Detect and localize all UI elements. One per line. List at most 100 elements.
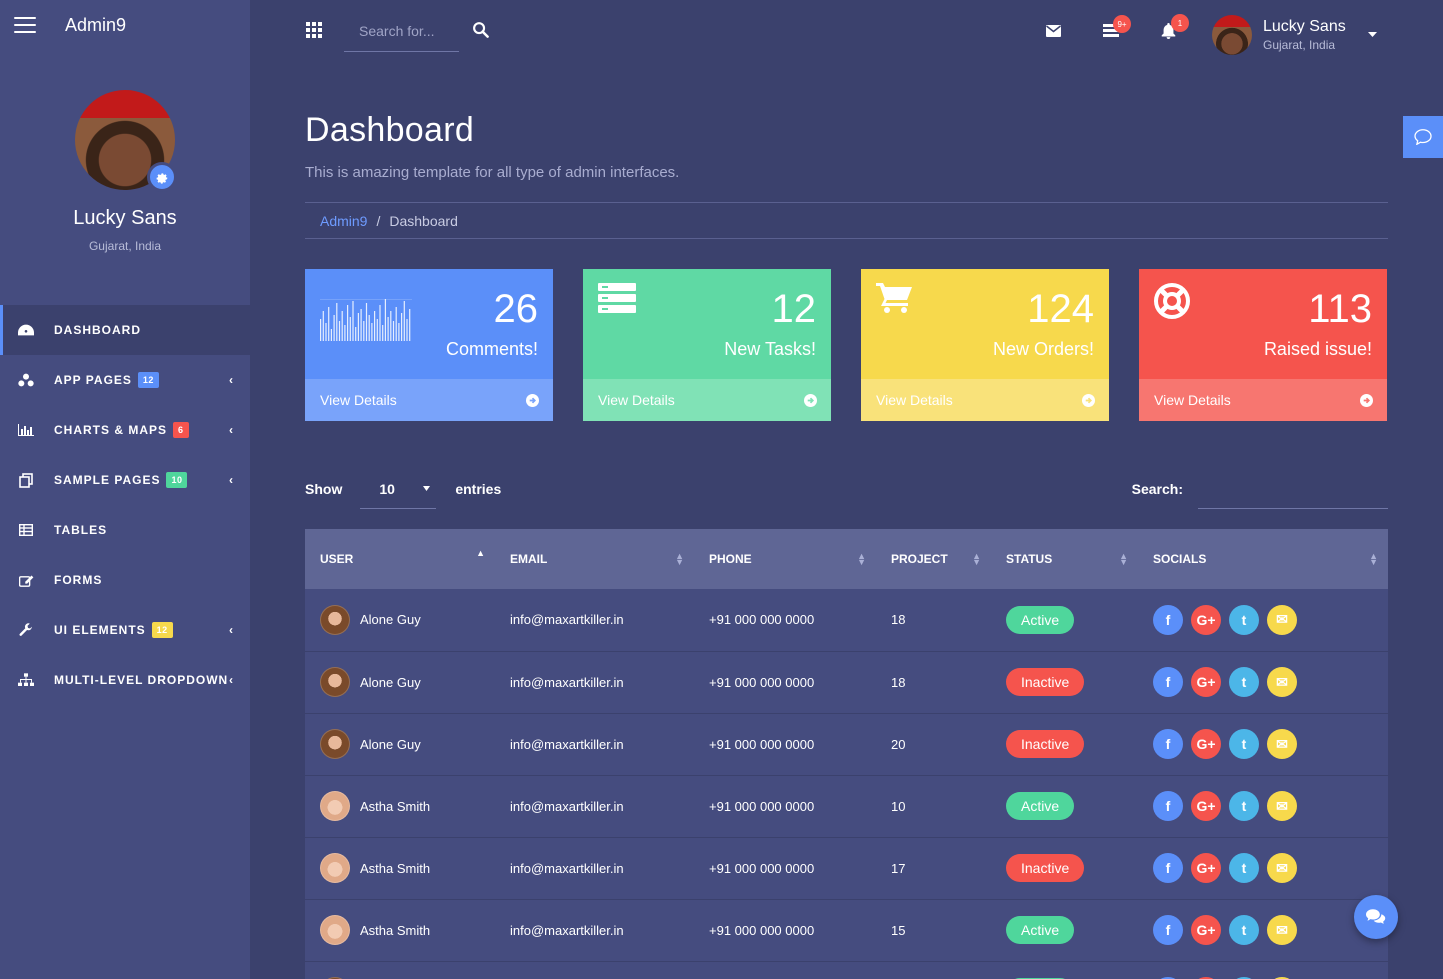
status-badge[interactable]: Active (1006, 916, 1075, 944)
column-header-label: STATUS (1006, 552, 1053, 566)
mail-icon[interactable]: ✉ (1267, 915, 1297, 945)
status-badge[interactable]: Active (1006, 605, 1075, 634)
status-badge[interactable]: Inactive (1006, 730, 1085, 758)
view-details-link[interactable]: View Details (583, 379, 831, 421)
twitter-icon[interactable]: t (1229, 729, 1259, 759)
google-plus-icon[interactable]: G+ (1191, 667, 1221, 697)
cell-status: Active (991, 589, 1138, 651)
facebook-icon[interactable]: f (1153, 667, 1183, 697)
apps-grid-icon[interactable] (306, 22, 322, 43)
notifications-bell-icon[interactable]: 1 (1161, 14, 1189, 44)
twitter-icon[interactable]: t (1229, 915, 1259, 945)
facebook-icon[interactable]: f (1153, 791, 1183, 821)
bar-chart-icon (18, 422, 34, 438)
facebook-icon[interactable]: f (1153, 853, 1183, 883)
search-icon[interactable] (472, 21, 489, 43)
cell-socials: f G+ t ✉ (1138, 651, 1388, 713)
column-header-label: USER (320, 552, 354, 566)
column-header-status[interactable]: STATUS ▲ ▼ (991, 529, 1138, 589)
sidebar-item-multi-level-dropdown[interactable]: MULTI-LEVEL DROPDOWN ‹ (0, 655, 250, 705)
view-details-link[interactable]: View Details (861, 379, 1109, 421)
show-label: Show (305, 481, 343, 497)
user-menu[interactable]: Lucky Sans Gujarat, India (1212, 15, 1377, 55)
cell-email: info@maxartkiller.in (510, 860, 624, 876)
sidebar-item-tables[interactable]: TABLES (0, 505, 250, 555)
user-name: Astha Smith (360, 922, 431, 938)
table-search-input[interactable] (1198, 469, 1388, 509)
cell-phone: +91 000 000 0000 (709, 736, 815, 752)
mail-icon[interactable]: ✉ (1267, 729, 1297, 759)
mail-icon[interactable]: ✉ (1267, 791, 1297, 821)
column-header-project[interactable]: PROJECT ▲ ▼ (876, 529, 991, 589)
profile-avatar[interactable] (75, 90, 177, 192)
facebook-icon[interactable]: f (1153, 915, 1183, 945)
twitter-icon[interactable]: t (1229, 853, 1259, 883)
sidebar-item-charts-maps[interactable]: CHARTS & MAPS 6 ‹ (0, 405, 250, 455)
view-details-link[interactable]: View Details (1139, 379, 1387, 421)
google-plus-icon[interactable]: G+ (1191, 729, 1221, 759)
search-input[interactable] (344, 12, 459, 50)
view-details-link[interactable]: View Details (305, 379, 553, 421)
cell-status: Inactive (991, 713, 1138, 775)
tasks-list-icon[interactable]: 9+ (1103, 15, 1131, 42)
cell-user: Astha Smith (305, 899, 495, 961)
user-avatar (320, 667, 350, 697)
sidebar-item-app-pages[interactable]: APP PAGES 12 ‹ (0, 355, 250, 405)
caret-down-icon[interactable] (1367, 24, 1377, 42)
menu-toggle-icon[interactable] (14, 17, 36, 33)
stat-card-body: 12 New Tasks! (583, 269, 831, 379)
stat-card: 124 New Orders! View Details (861, 269, 1109, 421)
twitter-icon[interactable]: t (1229, 604, 1259, 635)
page-subtitle: This is amazing template for all type of… (305, 164, 680, 181)
cell-status: Active (991, 961, 1138, 979)
breadcrumb-root-link[interactable]: Admin9 (320, 213, 367, 229)
column-header-phone[interactable]: PHONE ▲ ▼ (694, 529, 876, 589)
cell-socials: f G+ t ✉ (1138, 899, 1388, 961)
sidebar-item-ui-elements[interactable]: UI ELEMENTS 12 ‹ (0, 605, 250, 655)
page-length-select[interactable]: 10 (360, 469, 437, 509)
google-plus-icon[interactable]: G+ (1191, 604, 1221, 635)
cell-user: Alone Guy (305, 651, 495, 713)
facebook-icon[interactable]: f (1153, 604, 1183, 635)
chat-fab-button[interactable] (1354, 895, 1398, 939)
mail-icon[interactable]: ✉ (1267, 853, 1297, 883)
mail-icon[interactable]: ✉ (1267, 667, 1297, 697)
status-badge[interactable]: Active (1006, 792, 1075, 820)
topbar: 9+ 1 Lucky Sans Gujarat, India (250, 0, 1443, 60)
sidebar-item-dashboard[interactable]: DASHBOARD (0, 305, 250, 355)
google-plus-icon[interactable]: G+ (1191, 853, 1221, 883)
sidebar-item-label: APP PAGES (54, 373, 132, 387)
breadcrumb-current: Dashboard (389, 212, 458, 229)
mail-icon[interactable]: ✉ (1267, 604, 1297, 635)
twitter-icon[interactable]: t (1229, 791, 1259, 821)
cell-user: Astha Smith (305, 837, 495, 899)
google-plus-icon[interactable]: G+ (1191, 915, 1221, 945)
column-header-socials[interactable]: SOCIALS ▲ ▼ (1138, 529, 1388, 589)
user-avatar (320, 915, 350, 945)
user-avatar[interactable] (1212, 15, 1252, 55)
page-length-value: 10 (379, 480, 395, 497)
cell-email: info@maxartkiller.in (495, 961, 694, 979)
column-header-user[interactable]: USER ▲ (305, 529, 495, 589)
sidebar-item-badge: 12 (137, 372, 159, 388)
facebook-icon[interactable]: f (1153, 729, 1183, 759)
messages-envelope-icon[interactable] (1046, 24, 1061, 42)
sidebar-header: Admin9 (0, 0, 250, 50)
sidebar-item-sample-pages[interactable]: SAMPLE PAGES 10 ‹ (0, 455, 250, 505)
status-badge[interactable]: Inactive (1006, 854, 1085, 882)
arrow-circle-right-icon (1360, 393, 1373, 407)
google-plus-icon[interactable]: G+ (1191, 791, 1221, 821)
stat-card: 113 Raised issue! View Details (1139, 269, 1387, 421)
twitter-icon[interactable]: t (1229, 667, 1259, 697)
sidebar-item-label: MULTI-LEVEL DROPDOWN (54, 673, 229, 687)
cell-phone: +91 000 000 0000 (709, 860, 815, 876)
status-badge[interactable]: Inactive (1006, 668, 1085, 696)
column-header-label: EMAIL (510, 552, 548, 566)
settings-gear-icon[interactable] (147, 162, 177, 192)
cell-phone: +91 000 000 0000 (709, 612, 815, 628)
side-chat-tab[interactable] (1403, 116, 1443, 158)
sidebar-item-forms[interactable]: FORMS (0, 555, 250, 605)
column-header-email[interactable]: EMAIL ▲ ▼ (495, 529, 694, 589)
user-avatar (320, 791, 350, 821)
cell-email: info@maxartkiller.in (510, 736, 624, 752)
